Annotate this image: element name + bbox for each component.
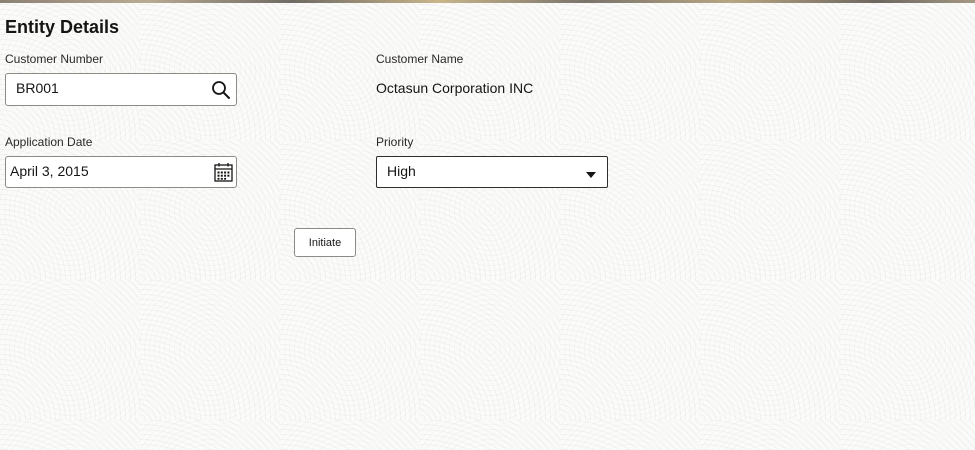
top-banner-strip — [0, 0, 975, 3]
customer-number-value: BR001 — [16, 80, 59, 96]
customer-number-label: Customer Number — [5, 52, 104, 66]
priority-label: Priority — [376, 135, 414, 149]
priority-selected-value: High — [387, 163, 416, 179]
customer-number-field[interactable]: BR001 — [5, 73, 237, 106]
section-title: Entity Details — [5, 17, 120, 37]
application-date-value: April 3, 2015 — [10, 163, 89, 179]
application-date-label: Application Date — [5, 135, 93, 149]
caret-down-icon — [585, 167, 597, 185]
calendar-icon[interactable] — [214, 162, 233, 187]
search-icon[interactable] — [211, 80, 231, 105]
application-date-field[interactable]: April 3, 2015 — [5, 156, 237, 188]
customer-name-label: Customer Name — [376, 52, 464, 66]
initiate-button[interactable]: Initiate — [294, 228, 356, 257]
priority-select[interactable]: High — [376, 156, 608, 188]
customer-name-value: Octasun Corporation INC — [376, 80, 534, 96]
